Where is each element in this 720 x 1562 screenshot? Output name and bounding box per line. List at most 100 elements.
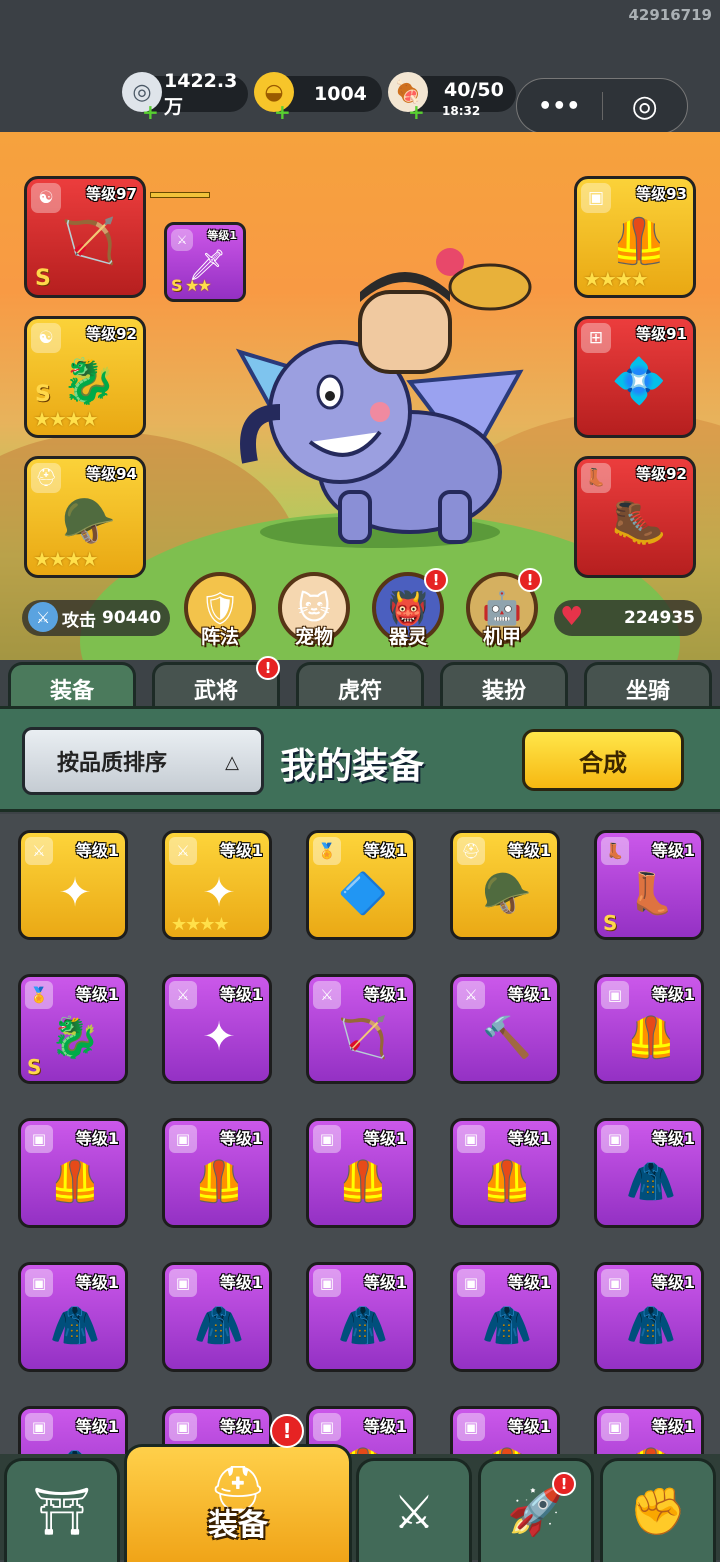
tab-mount[interactable]: 坐骑: [584, 662, 712, 712]
inventory-item[interactable]: ▣等级1🧥: [162, 1262, 272, 1372]
item-level: 等级1: [75, 985, 119, 1004]
red-boots-icon: 👢: [626, 870, 676, 917]
dragon-amulet-icon: 🐉: [50, 1014, 100, 1061]
hero-on-elephant-mount[interactable]: [220, 232, 540, 562]
grade-label: S: [35, 266, 51, 291]
blue-armor-icon: 🧥: [626, 1158, 676, 1205]
slot-level: 等级92: [636, 465, 687, 483]
equipped-helmet-slot[interactable]: ⛑ 等级94 🪖 ★★★★: [24, 456, 146, 578]
blue-armor-icon: 🧥: [338, 1302, 388, 1349]
mini-program-capsule: ••• ◎: [516, 78, 688, 134]
gold-armor-icon: 🦺: [338, 1158, 388, 1205]
add-stamina-icon[interactable]: +: [408, 100, 425, 124]
inventory-item[interactable]: 👢 等级1 👢 S: [594, 830, 704, 940]
formation-label: 阵法: [200, 626, 239, 648]
inventory-grid: ⚔ 等级1 ✦ ⚔ 等级1 ✦ ★★★★ 🏅 等级1 🔷 ⛑ 等级1 🪖 👢 等级1 👢 S 🏅 等级1 🐉 S ⚔ 等级1…: [0, 814, 720, 1454]
attack-sword-icon: ⚔: [28, 602, 58, 632]
item-level: 等级1: [75, 841, 119, 860]
crossbow-icon: 🏹: [61, 216, 117, 267]
inventory-item[interactable]: ⚔ 等级1 🏹: [306, 974, 416, 1084]
inventory-item[interactable]: 🏅 等级1 🐉 S: [18, 974, 128, 1084]
crossed-swords-icon: ⚔: [393, 1484, 435, 1539]
category-tabs: 装备 武将 ! 虎符 装扮 坐骑: [0, 656, 720, 712]
stamina-value: 40/50: [444, 79, 504, 101]
attack-value: 90440: [102, 608, 162, 628]
inventory-item[interactable]: ▣等级1🦺: [18, 1118, 128, 1228]
inventory-item[interactable]: ▣等级1🧥: [594, 1262, 704, 1372]
gold-armor-icon: 🦺: [482, 1158, 532, 1205]
gold-armor-icon: 🦺: [619, 1437, 683, 1455]
silver-resource[interactable]: ◎ 1422.3万 +: [122, 70, 248, 124]
bracer-icon: 💠: [611, 356, 667, 407]
sort-label: 按品质排序: [57, 751, 168, 776]
star-rating: ★★★★: [583, 267, 649, 291]
inventory-item[interactable]: ▣等级1🦺: [594, 974, 704, 1084]
hp-value: 224935: [624, 608, 695, 628]
item-level: 等级1: [75, 1273, 119, 1292]
add-gold-icon[interactable]: +: [274, 100, 291, 124]
close-icon[interactable]: ◎: [603, 89, 688, 124]
blue-amulet-icon: 🔷: [338, 870, 388, 917]
item-level: 等级1: [219, 1129, 263, 1148]
equipped-weapon-slot[interactable]: ☯ 等级97 🏹 S: [24, 176, 146, 298]
add-silver-icon[interactable]: +: [142, 100, 159, 124]
item-level: 等级1: [219, 841, 263, 860]
nav-equipment-label: 装备: [208, 1508, 268, 1543]
hp-stat: ♥ 224935: [554, 600, 702, 636]
equipped-boots-slot[interactable]: 👢 等级92 🥾: [574, 456, 696, 578]
item-level: 等级1: [507, 1417, 551, 1436]
gold-armor-icon: 🦺: [626, 1014, 676, 1061]
nav-rocket[interactable]: 🚀: [478, 1458, 594, 1562]
inventory-item[interactable]: ⛑ 等级1 🪖: [450, 830, 560, 940]
star-rating: ★★★★: [33, 407, 99, 431]
tab-equipment[interactable]: 装备: [8, 662, 136, 712]
user-id: 42916719: [628, 6, 713, 24]
item-level: 等级1: [219, 985, 263, 1004]
inventory-item[interactable]: ▣等级1🦺: [162, 1118, 272, 1228]
inventory-item[interactable]: ⚔ 等级1 ✦ ★★★★: [162, 830, 272, 940]
item-level: 等级1: [651, 1273, 695, 1292]
item-level: 等级1: [363, 1273, 407, 1292]
red-armor-icon: 🦺: [611, 216, 667, 267]
inventory-item[interactable]: ▣等级1🧥: [18, 1406, 128, 1454]
pet-label: 宠物: [294, 626, 333, 648]
stamina-resource[interactable]: 🍖 40/50 18:32 +: [388, 72, 516, 124]
inventory-item[interactable]: ▣等级1🦺: [450, 1406, 560, 1454]
blue-armor-icon: 🧥: [482, 1302, 532, 1349]
equipped-weapon-sub-slot[interactable]: ⚔ 等级1 🗡 S ★★: [164, 222, 246, 302]
tab-tiger-tally[interactable]: 虎符: [296, 662, 424, 712]
generals-alert-icon: !: [256, 656, 280, 680]
inventory-item[interactable]: ⚔ 等级1 🔨: [450, 974, 560, 1084]
merge-button[interactable]: 合成: [522, 729, 684, 791]
nav-treasury[interactable]: ⛩: [4, 1458, 120, 1562]
inventory-item[interactable]: ⚔ 等级1 ✦: [18, 830, 128, 940]
inventory-item[interactable]: ⚔ 等级1 ✦: [162, 974, 272, 1084]
slot-level: 等级97: [86, 185, 137, 203]
slot-level: 等级93: [636, 185, 687, 203]
equipped-bracer-slot[interactable]: ⊞ 等级91 💠: [574, 316, 696, 438]
character-scene: ☯ 等级97 🏹 S ⚔ 等级1 🗡 S ★★ ☯ 等级92 🐉 S ★★★★ …: [0, 132, 720, 662]
item-level: 等级1: [651, 1417, 695, 1436]
inventory-item[interactable]: ▣等级1🧥: [450, 1262, 560, 1372]
attack-stat: ⚔ 攻击 90440: [22, 600, 170, 636]
inventory-item[interactable]: ▣等级1🧥: [18, 1262, 128, 1372]
gold-armor-icon: 🦺: [194, 1158, 244, 1205]
sort-by-quality-button[interactable]: 按品质排序 △: [22, 727, 264, 795]
equipped-armor-slot[interactable]: ▣ 等级93 🦺 ★★★★: [574, 176, 696, 298]
equipment-alert-icon: !: [270, 1414, 304, 1448]
inventory-item[interactable]: ▣等级1🦺: [594, 1406, 704, 1454]
inventory-item[interactable]: ▣等级1🧥: [594, 1118, 704, 1228]
more-icon[interactable]: •••: [517, 94, 602, 119]
nav-upgrade[interactable]: ✊: [600, 1458, 716, 1562]
inventory-item[interactable]: ▣等级1🧥: [306, 1262, 416, 1372]
item-level: 等级1: [651, 985, 695, 1004]
item-level: 等级1: [219, 1417, 263, 1436]
tab-outfit[interactable]: 装扮: [440, 662, 568, 712]
inventory-item[interactable]: ▣等级1🦺: [450, 1118, 560, 1228]
item-level: 等级1: [363, 1129, 407, 1148]
nav-battle[interactable]: ⚔: [356, 1458, 472, 1562]
equipped-amulet-slot[interactable]: ☯ 等级92 🐉 S ★★★★: [24, 316, 146, 438]
inventory-item[interactable]: 🏅 等级1 🔷: [306, 830, 416, 940]
gold-resource[interactable]: ◒ 1004 +: [254, 72, 382, 124]
inventory-item[interactable]: ▣等级1🦺: [306, 1118, 416, 1228]
